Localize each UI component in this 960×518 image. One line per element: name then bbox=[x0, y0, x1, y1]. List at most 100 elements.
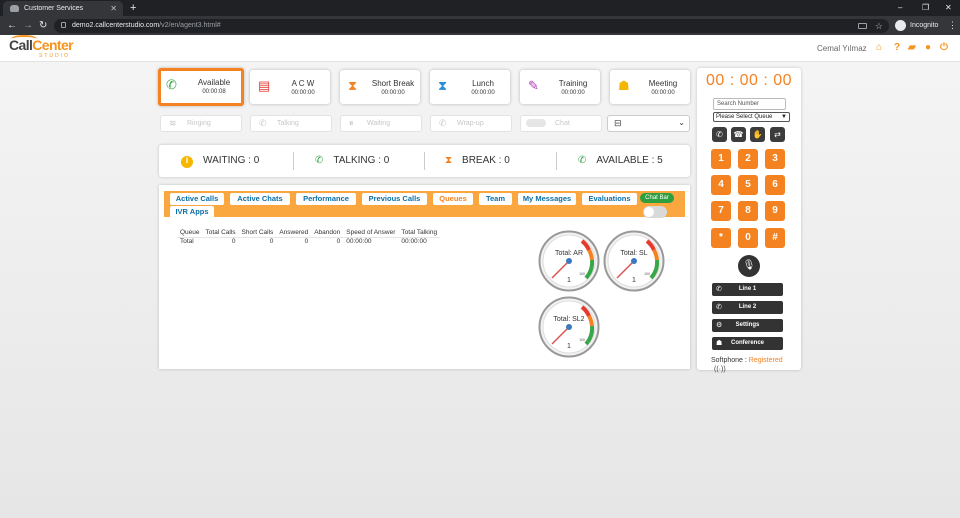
waiting-button[interactable]: ⏸ Waiting bbox=[340, 115, 422, 132]
line-1-button[interactable]: ✆ Line 1 bbox=[712, 283, 783, 296]
status-training[interactable]: ✎ Training 00:00:00 bbox=[520, 70, 600, 104]
close-tab-icon[interactable]: ✕ bbox=[110, 1, 117, 16]
users-icon: ☗ bbox=[618, 78, 630, 93]
status-acw[interactable]: ▤ A C W 00:00:00 bbox=[250, 70, 330, 104]
chat-button[interactable]: Chat bbox=[520, 115, 602, 132]
status-time: 00:00:00 bbox=[561, 90, 585, 96]
softphone-status: Softphone : Registered bbox=[711, 357, 783, 364]
line-2-label: Line 2 bbox=[738, 304, 757, 310]
tab-ivr-apps[interactable]: IVR Apps bbox=[170, 206, 214, 218]
gauge-sl: Total: SL 100 1 bbox=[603, 230, 665, 292]
reload-icon[interactable]: ↻ bbox=[39, 16, 47, 35]
key-5[interactable]: 5 bbox=[738, 175, 758, 195]
tab-title: Customer Services bbox=[24, 5, 84, 12]
status-lunch[interactable]: ⧗ Lunch 00:00:00 bbox=[430, 70, 510, 104]
incognito-indicator[interactable]: Incognito bbox=[895, 18, 938, 33]
key-hash[interactable]: # bbox=[765, 228, 785, 248]
status-meeting[interactable]: ☗ Meeting 00:00:00 bbox=[610, 70, 690, 104]
hold-button[interactable]: ✋ bbox=[750, 127, 765, 142]
toggle-icon bbox=[526, 119, 546, 127]
col-total-talking: Total Talking bbox=[398, 228, 441, 238]
queue-select-value: Please Select Queue bbox=[716, 114, 773, 120]
gauge-value: 1 bbox=[567, 343, 571, 350]
back-icon[interactable]: ← bbox=[7, 16, 17, 35]
browser-tab[interactable]: Customer Services ✕ bbox=[3, 1, 123, 16]
tab-my-messages[interactable]: My Messages bbox=[518, 193, 576, 205]
bookmark-star-icon[interactable]: ☆ bbox=[875, 19, 883, 33]
app-header: CallCenter STUDIO Cemal Yılmaz ⌂ ? ▰ ● ⏻ bbox=[0, 35, 960, 62]
home-icon[interactable]: ⌂ bbox=[876, 42, 882, 54]
url-host: demo2.callcenterstudio.com bbox=[72, 22, 160, 29]
chat-bar-toggle[interactable] bbox=[643, 206, 667, 218]
tab-active-calls[interactable]: Active Calls bbox=[170, 193, 224, 205]
stat-available: ✆ AVAILABLE : 5 bbox=[578, 145, 663, 177]
transfer-button[interactable]: ⇄ bbox=[770, 127, 785, 142]
wrapup-button[interactable]: ✆ Wrap-up bbox=[430, 115, 512, 132]
gear-icon: ⚙ bbox=[716, 322, 723, 329]
stat-waiting: ‖ WAITING : 0 bbox=[181, 145, 259, 177]
call-button[interactable]: ✆ bbox=[712, 127, 727, 142]
conference-label: Conference bbox=[730, 340, 764, 346]
softphone-status-value: Registered bbox=[748, 357, 783, 364]
chat-bar-badge[interactable]: Chat Bar bbox=[640, 193, 674, 203]
document-icon: ▤ bbox=[258, 78, 271, 93]
address-bar: ← → ↻ demo2.callcenterstudio.com/v2/en/a… bbox=[0, 16, 960, 35]
talking-button[interactable]: ✆ Talking bbox=[250, 115, 332, 132]
key-star[interactable]: * bbox=[711, 228, 731, 248]
forward-icon[interactable]: → bbox=[23, 16, 33, 35]
line-1-label: Line 1 bbox=[738, 286, 757, 292]
help-icon[interactable]: ? bbox=[894, 42, 900, 54]
key-3[interactable]: 3 bbox=[765, 149, 785, 169]
key-2[interactable]: 2 bbox=[738, 149, 758, 169]
camera-blocked-icon[interactable] bbox=[858, 23, 867, 29]
tab-queues[interactable]: Queues bbox=[433, 193, 473, 205]
settings-button[interactable]: ⚙ Settings bbox=[712, 319, 783, 332]
stat-talking-label: TALKING : 0 bbox=[333, 155, 390, 166]
search-number-input[interactable]: Search Number bbox=[713, 98, 786, 110]
key-7[interactable]: 7 bbox=[711, 201, 731, 221]
gauge-label: Total: SL2 bbox=[553, 316, 584, 323]
new-tab-icon[interactable]: + bbox=[130, 0, 136, 16]
tab-previous-calls[interactable]: Previous Calls bbox=[362, 193, 427, 205]
users-icon: ☗ bbox=[716, 340, 723, 347]
stats-bar: ‖ WAITING : 0 ✆ TALKING : 0 ⧗ BREAK : 0 ✆ AV… bbox=[159, 145, 690, 177]
pause-icon: ‖ bbox=[181, 156, 193, 168]
col-speed-of-answer: Speed of Answer bbox=[343, 228, 399, 238]
queue-filter-select[interactable]: ⊟ ⌄ bbox=[607, 115, 690, 132]
url-field[interactable]: demo2.callcenterstudio.com/v2/en/agent3.… bbox=[54, 19, 889, 33]
pencil-icon: ✎ bbox=[528, 78, 539, 93]
user-icon[interactable]: ● bbox=[925, 42, 931, 54]
status-name: Available bbox=[197, 78, 231, 87]
close-window-icon[interactable]: ✕ bbox=[945, 0, 952, 15]
wrapup-label: Wrap-up bbox=[457, 120, 484, 127]
tab-evaluations[interactable]: Evaluations bbox=[582, 193, 637, 205]
browser-menu-icon[interactable]: ⋮ bbox=[948, 16, 957, 35]
ringing-button[interactable]: ≋ Ringing bbox=[160, 115, 242, 132]
stat-waiting-label: WAITING : 0 bbox=[203, 155, 260, 166]
key-9[interactable]: 9 bbox=[765, 201, 785, 221]
hangup-button[interactable]: ☎ bbox=[731, 127, 746, 142]
tab-active-chats[interactable]: Active Chats bbox=[230, 193, 290, 205]
status-available[interactable]: ✆ Available 00:00:08 bbox=[158, 68, 244, 106]
tab-team[interactable]: Team bbox=[479, 193, 512, 205]
status-short-break[interactable]: ⧗ Short Break 00:00:00 bbox=[340, 70, 420, 104]
book-icon[interactable]: ▰ bbox=[908, 42, 916, 54]
key-8[interactable]: 8 bbox=[738, 201, 758, 221]
restore-icon[interactable]: ❐ bbox=[922, 0, 929, 15]
key-6[interactable]: 6 bbox=[765, 175, 785, 195]
waiting-label: Waiting bbox=[367, 120, 391, 127]
power-icon[interactable]: ⏻ bbox=[940, 42, 948, 54]
queue-select[interactable]: Please Select Queue ▼ bbox=[713, 112, 790, 122]
minimize-icon[interactable]: – bbox=[898, 0, 902, 15]
stat-available-label: AVAILABLE : 5 bbox=[596, 155, 663, 166]
line-2-button[interactable]: ✆ Line 2 bbox=[712, 301, 783, 314]
conference-button[interactable]: ☗ Conference bbox=[712, 337, 783, 350]
tab-performance[interactable]: Performance bbox=[296, 193, 356, 205]
hand-icon: ✋ bbox=[752, 130, 763, 139]
key-0[interactable]: 0 bbox=[738, 228, 758, 248]
key-4[interactable]: 4 bbox=[711, 175, 731, 195]
logo-center: Center bbox=[32, 37, 74, 53]
microphone-button[interactable]: 🎙 bbox=[738, 255, 760, 277]
key-1[interactable]: 1 bbox=[711, 149, 731, 169]
gauge-value: 1 bbox=[632, 277, 636, 284]
